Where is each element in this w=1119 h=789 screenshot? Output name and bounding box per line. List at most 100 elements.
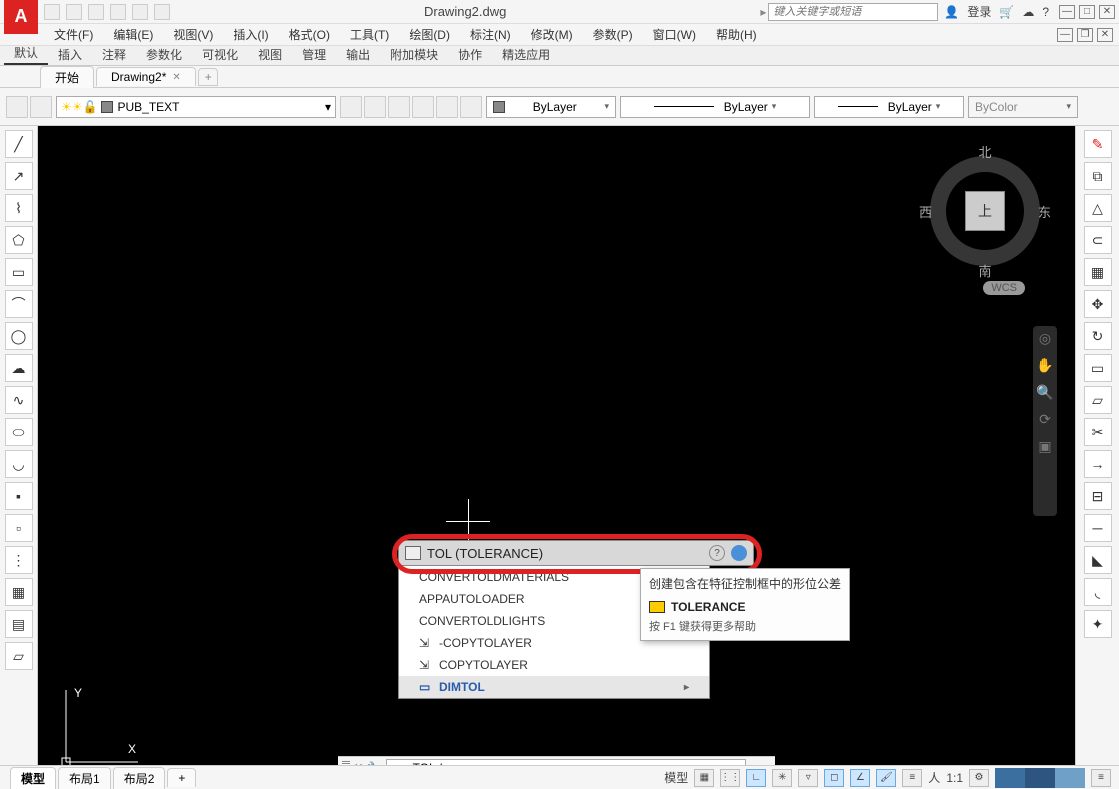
autocomplete-item-dimtol[interactable]: ▭DIMTOL ▸: [399, 676, 709, 698]
polyline-tool-icon[interactable]: ⌇: [5, 194, 33, 222]
doc-tab-active[interactable]: Drawing2*✕: [96, 67, 196, 86]
mirror-tool-icon[interactable]: △: [1084, 194, 1112, 222]
save-icon[interactable]: [66, 4, 82, 20]
minimize-button[interactable]: —: [1059, 5, 1075, 19]
ribbon-tab-featured[interactable]: 精选应用: [492, 44, 560, 65]
ribbon-tab-annotate[interactable]: 注释: [92, 44, 136, 65]
status-model-label[interactable]: 模型: [664, 769, 688, 786]
layer-freeze-icon[interactable]: [388, 96, 410, 118]
signin-label[interactable]: 登录: [967, 3, 991, 20]
nav-showmotion-icon[interactable]: ▣: [1038, 438, 1051, 455]
dyn-toggle-icon[interactable]: 🖌: [876, 769, 896, 787]
lwt-toggle-icon[interactable]: ≡: [902, 769, 922, 787]
saveas-icon[interactable]: [88, 4, 104, 20]
layer-off-icon[interactable]: [364, 96, 386, 118]
open-icon[interactable]: [44, 4, 60, 20]
ribbon-tab-addins[interactable]: 附加模块: [380, 44, 448, 65]
ribbon-tab-default[interactable]: 默认: [4, 42, 48, 65]
break-tool-icon[interactable]: ⊟: [1084, 482, 1112, 510]
ribbon-tab-parametric[interactable]: 参数化: [136, 44, 192, 65]
explode-tool-icon[interactable]: ✦: [1084, 610, 1112, 638]
exchange-icon[interactable]: 🛒: [999, 5, 1014, 19]
doc-restore-button[interactable]: ❐: [1077, 28, 1093, 42]
plot-icon[interactable]: [110, 4, 126, 20]
plotstyle-dropdown[interactable]: ByColor▾: [968, 96, 1078, 118]
polygon-tool-icon[interactable]: ⬠: [5, 226, 33, 254]
gradient-tool-icon[interactable]: ▤: [5, 610, 33, 638]
close-tab-icon[interactable]: ✕: [172, 72, 180, 83]
layer-properties-icon[interactable]: [6, 96, 28, 118]
erase-tool-icon[interactable]: ✎: [1084, 130, 1112, 158]
add-layout-button[interactable]: +: [167, 768, 196, 787]
ribbon-tab-manage[interactable]: 管理: [292, 44, 336, 65]
stretch-tool-icon[interactable]: ▱: [1084, 386, 1112, 414]
scale-tool-icon[interactable]: ▭: [1084, 354, 1112, 382]
drawing-canvas[interactable]: 上 北 南 西 东 WCS ◎ ✋ 🔍 ⟳ ▣ Y X: [38, 126, 1075, 778]
ellipse-tool-icon[interactable]: ⬭: [5, 418, 33, 446]
rectangle-tool-icon[interactable]: ▭: [5, 258, 33, 286]
spline-tool-icon[interactable]: ∿: [5, 386, 33, 414]
layer-iso-icon[interactable]: [340, 96, 362, 118]
menu-file[interactable]: 文件(F): [44, 26, 103, 43]
viewcube-top[interactable]: 上: [965, 191, 1005, 231]
help-icon[interactable]: ?: [709, 545, 725, 561]
menu-help[interactable]: 帮助(H): [706, 26, 767, 43]
customize-status-icon[interactable]: ≡: [1091, 769, 1111, 787]
nav-zoom-icon[interactable]: 🔍: [1036, 384, 1053, 401]
ellipse-arc-tool-icon[interactable]: ◡: [5, 450, 33, 478]
viewcube-west[interactable]: 西: [919, 202, 932, 221]
autocomplete-item[interactable]: ⇲COPYTOLAYER: [399, 654, 709, 676]
layout-tab-1[interactable]: 布局1: [58, 767, 111, 789]
maximize-button[interactable]: □: [1079, 5, 1095, 19]
arc-tool-icon[interactable]: ⌒: [5, 290, 33, 318]
menu-modify[interactable]: 修改(M): [521, 26, 583, 43]
layer-lock-icon[interactable]: [412, 96, 434, 118]
ribbon-tab-visualize[interactable]: 可视化: [192, 44, 248, 65]
globe-search-icon[interactable]: [731, 545, 747, 561]
layer-states-icon[interactable]: [30, 96, 52, 118]
otrack-toggle-icon[interactable]: ∠: [850, 769, 870, 787]
osnap-toggle-icon[interactable]: ◻: [824, 769, 844, 787]
menu-parametric[interactable]: 参数(P): [583, 26, 643, 43]
hatch-tool-icon[interactable]: ▦: [5, 578, 33, 606]
ribbon-tab-output[interactable]: 输出: [336, 44, 380, 65]
nav-pan-icon[interactable]: ✋: [1036, 357, 1053, 374]
doc-close-button[interactable]: ✕: [1097, 28, 1113, 42]
fillet-tool-icon[interactable]: ◟: [1084, 578, 1112, 606]
move-tool-icon[interactable]: ✥: [1084, 290, 1112, 318]
menu-window[interactable]: 窗口(W): [643, 26, 706, 43]
app-menu-icon[interactable]: ☁: [1022, 5, 1034, 19]
array-tool-icon[interactable]: ▦: [1084, 258, 1112, 286]
lineweight-dropdown[interactable]: ByLayer▾: [814, 96, 964, 118]
add-doc-tab-button[interactable]: +: [198, 68, 218, 86]
ortho-toggle-icon[interactable]: ∟: [746, 769, 766, 787]
signin-icon[interactable]: 👤: [944, 5, 959, 19]
autocomplete-main-row[interactable]: TOL (TOLERANCE) ?: [398, 540, 754, 566]
help-search-input[interactable]: [768, 3, 938, 21]
gear-icon[interactable]: ⚙: [969, 769, 989, 787]
layout-tab-2[interactable]: 布局2: [113, 767, 166, 789]
redo-icon[interactable]: [154, 4, 170, 20]
help-icon[interactable]: ?: [1042, 5, 1049, 19]
annotation-icon[interactable]: 人: [928, 769, 940, 786]
viewcube-east[interactable]: 东: [1038, 202, 1051, 221]
color-dropdown[interactable]: ByLayer▾: [486, 96, 616, 118]
ribbon-tab-view[interactable]: 视图: [248, 44, 292, 65]
layer-match-icon[interactable]: [436, 96, 458, 118]
offset-tool-icon[interactable]: ⊂: [1084, 226, 1112, 254]
join-tool-icon[interactable]: ─: [1084, 514, 1112, 542]
menu-tools[interactable]: 工具(T): [340, 26, 399, 43]
menu-insert[interactable]: 插入(I): [223, 26, 278, 43]
linetype-dropdown[interactable]: ByLayer▾: [620, 96, 810, 118]
layer-dropdown[interactable]: ☀☀ 🔓 PUB_TEXT ▾: [56, 96, 336, 118]
block-tool-icon[interactable]: ▪: [5, 482, 33, 510]
trim-tool-icon[interactable]: ✂: [1084, 418, 1112, 446]
ray-tool-icon[interactable]: ↗: [5, 162, 33, 190]
scale-label[interactable]: 1:1: [946, 771, 963, 785]
menu-format[interactable]: 格式(O): [279, 26, 340, 43]
point-tool-icon[interactable]: ⋮: [5, 546, 33, 574]
grid-toggle-icon[interactable]: ▦: [694, 769, 714, 787]
close-button[interactable]: ✕: [1099, 5, 1115, 19]
viewcube-south[interactable]: 南: [978, 261, 991, 280]
rotate-tool-icon[interactable]: ↻: [1084, 322, 1112, 350]
